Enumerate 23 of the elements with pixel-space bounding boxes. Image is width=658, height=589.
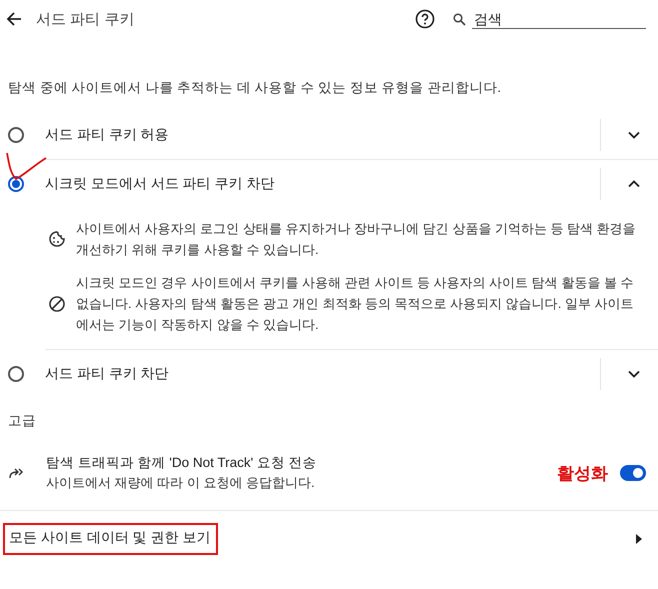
option-label: 서드 파티 쿠키 허용 bbox=[45, 126, 170, 144]
block-icon bbox=[48, 294, 66, 312]
detail-text: 시크릿 모드인 경우 사이트에서 쿠키를 사용해 관련 사이트 등 사용자의 사이트 탐색 활동을 볼 수 없습니다. 사용자의 탐색 활동은 광고 개인 최적화 등의 목적으로 사용되지 않습니다. 일부 사이트에서는 기능이 작동하지 않을 수 있습니다. bbox=[76, 274, 635, 334]
radio-button[interactable] bbox=[8, 366, 24, 382]
option-label: 시크릿 모드에서 서드 파티 쿠키 차단 bbox=[45, 175, 276, 193]
check-mark-annotation bbox=[6, 152, 46, 180]
page-title: 서드 파티 쿠키 bbox=[36, 10, 136, 28]
site-data-link[interactable]: 모든 사이트 데이터 및 권한 보기 bbox=[9, 529, 210, 545]
page-description: 탐색 중에 사이트에서 나를 추적하는 데 사용할 수 있는 정보 유형을 관리합니다. bbox=[8, 80, 502, 95]
section-heading: 고급 bbox=[7, 412, 37, 430]
radio-button[interactable] bbox=[8, 127, 24, 143]
setting-subtitle: 사이트에서 재량에 따라 이 요청에 응답합니다. bbox=[46, 474, 316, 492]
toggle-switch[interactable] bbox=[620, 465, 646, 481]
caret-icon[interactable] bbox=[636, 534, 642, 544]
back-icon[interactable] bbox=[6, 11, 22, 27]
annotation-label: 활성화 bbox=[557, 462, 608, 484]
search-icon bbox=[453, 12, 466, 26]
radio-button[interactable] bbox=[8, 176, 24, 192]
help-icon[interactable] bbox=[415, 9, 435, 29]
cookie-icon bbox=[48, 230, 66, 248]
option-label: 서드 파티 쿠키 차단 bbox=[45, 365, 170, 383]
setting-title: 탐색 트래픽과 함께 'Do Not Track' 요청 전송 bbox=[46, 454, 318, 472]
detail-text: 사이트에서 사용자의 로그인 상태를 유지하거나 장바구니에 담긴 상품을 기억하는 등 탐색 환경을 개선하기 위해 쿠키를 사용할 수 있습니다. bbox=[76, 220, 637, 259]
